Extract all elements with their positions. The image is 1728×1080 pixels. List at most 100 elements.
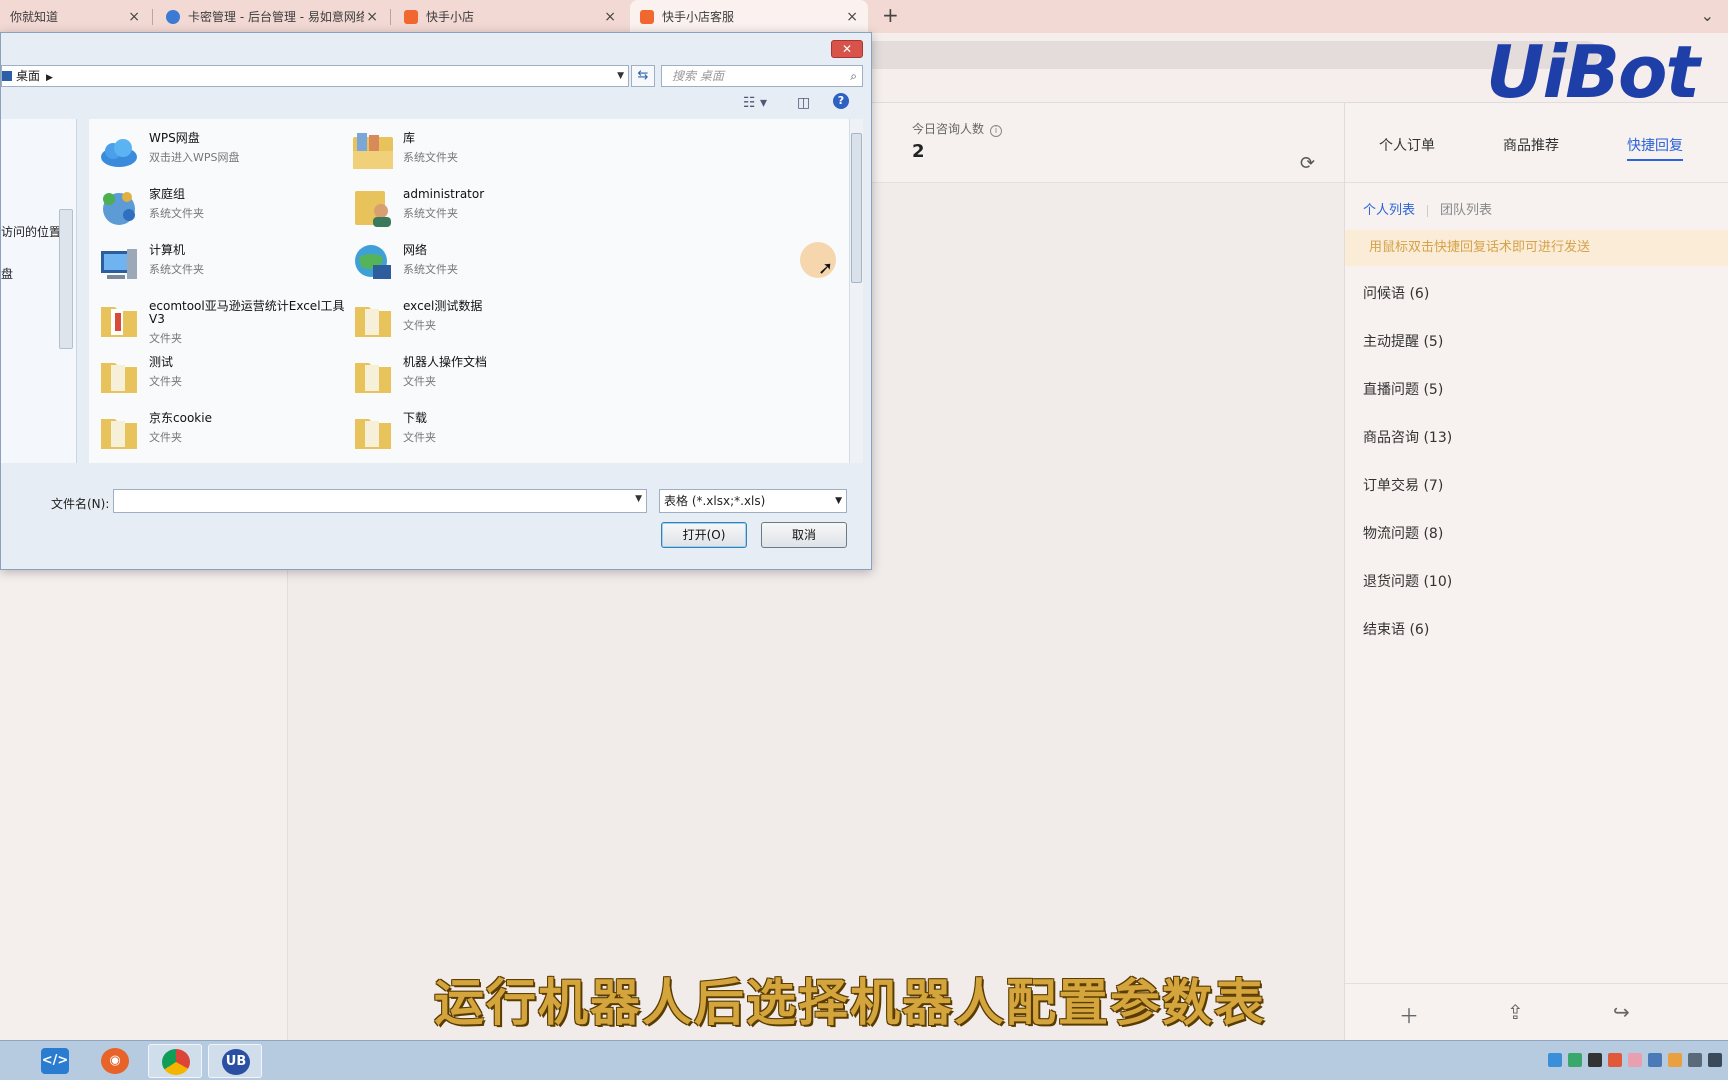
dialog-toolbar: ☷ ▾ ◫ bbox=[1, 91, 871, 119]
file-name: 京东cookie bbox=[149, 411, 212, 425]
taskbar-chrome[interactable] bbox=[148, 1044, 202, 1078]
browser-tab-2[interactable]: 卡密管理 - 后台管理 - 易如意网络 × bbox=[156, 0, 388, 33]
tab-3-label: 快手小店 bbox=[426, 10, 475, 24]
file-item-computer[interactable]: 计算机 系统文件夹 bbox=[97, 241, 347, 285]
search-icon[interactable]: ⌕ bbox=[850, 66, 857, 86]
list-item[interactable]: 退货问题 (10) bbox=[1363, 569, 1452, 617]
search-input[interactable]: 搜索 桌面 ⌕ bbox=[661, 65, 863, 87]
volume-icon[interactable] bbox=[1708, 1053, 1722, 1067]
list-item[interactable]: 主动提醒 (5) bbox=[1363, 329, 1452, 377]
nav-scrollbar[interactable] bbox=[59, 209, 73, 349]
list-item[interactable]: 直播问题 (5) bbox=[1363, 377, 1452, 425]
file-item-jd-cookie[interactable]: 京东cookie 文件夹 bbox=[97, 409, 347, 453]
file-type-filter[interactable]: 表格 (*.xlsx;*.xls) ▼ bbox=[659, 489, 847, 513]
close-icon[interactable]: × bbox=[128, 9, 140, 25]
file-item-wps[interactable]: WPS网盘 双击进入WPS网盘 bbox=[97, 129, 347, 173]
close-icon[interactable]: × bbox=[366, 9, 378, 25]
taskbar-firefox[interactable]: ◉ bbox=[88, 1044, 142, 1078]
subtab-personal-list[interactable]: 个人列表 bbox=[1363, 199, 1415, 218]
taskbar-uibot[interactable]: UB bbox=[208, 1044, 262, 1078]
chevron-down-icon[interactable]: ▼ bbox=[635, 494, 642, 504]
browser-tab-4[interactable]: 快手小店客服 × bbox=[630, 0, 868, 33]
desktop-icon bbox=[2, 71, 12, 81]
list-item[interactable]: 问候语 (6) bbox=[1363, 281, 1452, 329]
consult-count-value: 2 bbox=[912, 141, 925, 162]
file-type: 文件夹 bbox=[403, 375, 436, 388]
add-icon[interactable]: ＋ bbox=[1399, 1000, 1419, 1029]
tab-divider bbox=[152, 9, 153, 25]
file-item-network[interactable]: 网络 系统文件夹 bbox=[351, 241, 601, 285]
share-icon[interactable]: ↪ bbox=[1613, 1000, 1630, 1024]
taskbar: </> ◉ UB bbox=[0, 1040, 1728, 1080]
folder-icon bbox=[355, 307, 391, 337]
computer-icon bbox=[101, 249, 137, 279]
file-item-robot-docs[interactable]: 机器人操作文档 文件夹 bbox=[351, 353, 601, 397]
view-menu-icon[interactable]: ☷ ▾ bbox=[743, 95, 767, 111]
nav-item-recent[interactable]: 访问的位置 bbox=[1, 223, 61, 240]
file-item-test[interactable]: 测试 文件夹 bbox=[97, 353, 347, 397]
breadcrumb-arrow-icon[interactable]: ▶ bbox=[46, 73, 53, 83]
homegroup-icon bbox=[103, 192, 135, 225]
browser-tab-3[interactable]: 快手小店 × bbox=[394, 0, 626, 33]
filename-label: 文件名(N): bbox=[51, 497, 110, 511]
tray-icon[interactable] bbox=[1688, 1053, 1702, 1067]
preview-pane-icon[interactable]: ◫ bbox=[797, 95, 810, 111]
file-item-homegroup[interactable]: 家庭组 系统文件夹 bbox=[97, 185, 347, 229]
file-item-excel-test[interactable]: excel测试数据 文件夹 bbox=[351, 297, 601, 341]
browser-tab-1[interactable]: 你就知道 × bbox=[0, 0, 150, 33]
breadcrumb-desktop[interactable]: 桌面 bbox=[16, 69, 40, 83]
tab-personal-orders[interactable]: 个人订单 bbox=[1379, 135, 1435, 155]
close-icon[interactable]: × bbox=[604, 9, 616, 25]
scrollbar-thumb[interactable] bbox=[851, 133, 862, 283]
help-icon[interactable]: ? bbox=[833, 93, 849, 109]
file-name: WPS网盘 bbox=[149, 131, 200, 145]
list-item[interactable]: 商品咨询 (13) bbox=[1363, 425, 1452, 473]
tab-1-label: 你就知道 bbox=[10, 10, 59, 24]
filename-input[interactable]: ▼ bbox=[113, 489, 647, 513]
tray-icon[interactable] bbox=[1568, 1053, 1582, 1067]
file-name: ecomtool亚马逊运营统计Excel工具V3 bbox=[149, 299, 345, 326]
tab-overflow-icon[interactable]: ⌄ bbox=[1701, 6, 1714, 25]
new-tab-button[interactable]: + bbox=[882, 3, 899, 27]
chevron-down-icon[interactable]: ▼ bbox=[835, 490, 842, 512]
navigation-pane: 访问的位置 盘 bbox=[1, 119, 77, 463]
dialog-close-button[interactable]: ✕ bbox=[831, 40, 863, 58]
tray-icon[interactable] bbox=[1608, 1053, 1622, 1067]
folder-icon bbox=[355, 419, 391, 449]
file-item-downloads[interactable]: 下载 文件夹 bbox=[351, 409, 601, 453]
mouse-cursor-icon: ➚ bbox=[818, 258, 834, 279]
file-item-ecomtool[interactable]: ecomtool亚马逊运营统计Excel工具V3 文件夹 bbox=[97, 297, 347, 346]
taskbar-vscode[interactable]: </> bbox=[28, 1044, 82, 1078]
tab-quick-reply[interactable]: 快捷回复 bbox=[1627, 135, 1683, 161]
tray-icon[interactable] bbox=[1628, 1053, 1642, 1067]
folder-icon bbox=[101, 363, 137, 393]
upload-icon[interactable]: ⇪ bbox=[1507, 1000, 1524, 1024]
close-icon[interactable]: × bbox=[846, 9, 858, 25]
chevron-down-icon[interactable]: ▼ bbox=[617, 66, 624, 86]
tray-icon[interactable] bbox=[1648, 1053, 1662, 1067]
file-name: excel测试数据 bbox=[403, 299, 483, 313]
list-item[interactable]: 订单交易 (7) bbox=[1363, 473, 1452, 521]
tray-icon[interactable] bbox=[1668, 1053, 1682, 1067]
list-item[interactable]: 物流问题 (8) bbox=[1363, 521, 1452, 569]
subtab-team-list[interactable]: 团队列表 bbox=[1440, 199, 1492, 218]
tab-product-recommend[interactable]: 商品推荐 bbox=[1503, 135, 1559, 155]
info-icon[interactable]: i bbox=[990, 125, 1003, 137]
consult-count-label: 今日咨询人数 i bbox=[912, 120, 1003, 137]
refresh-icon[interactable]: ⟳ bbox=[1300, 153, 1315, 174]
cancel-button[interactable]: 取消 bbox=[761, 522, 847, 548]
open-button[interactable]: 打开(O) bbox=[661, 522, 747, 548]
list-item[interactable]: 结束语 (6) bbox=[1363, 617, 1452, 665]
file-list-scrollbar[interactable] bbox=[849, 119, 863, 463]
file-type: 文件夹 bbox=[403, 431, 436, 444]
tray-icon[interactable] bbox=[1548, 1053, 1562, 1067]
tray-icon[interactable] bbox=[1588, 1053, 1602, 1067]
file-item-library[interactable]: 库系统文件夹 bbox=[351, 129, 601, 173]
file-type: 系统文件夹 bbox=[149, 207, 204, 220]
file-name: 机器人操作文档 bbox=[403, 355, 488, 369]
file-item-administrator[interactable]: administrator 系统文件夹 bbox=[351, 185, 601, 229]
nav-item-disk[interactable]: 盘 bbox=[1, 265, 13, 282]
refresh-button[interactable]: ⇆ bbox=[631, 65, 655, 87]
file-type: 文件夹 bbox=[149, 375, 182, 388]
breadcrumb[interactable]: 桌面 ▶ ▼ bbox=[1, 65, 629, 87]
